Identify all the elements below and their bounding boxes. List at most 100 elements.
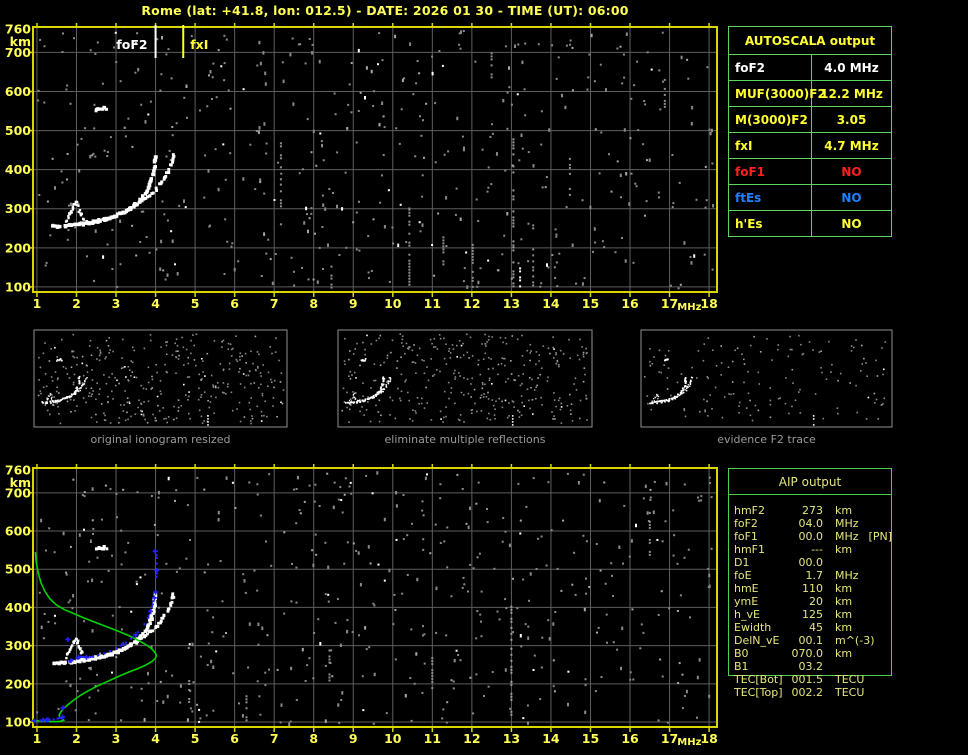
svg-text:15: 15 [582, 296, 599, 311]
svg-text:500: 500 [5, 562, 31, 577]
autoscala-row-value: 4.7 MHz [824, 138, 879, 153]
svg-text:13: 13 [503, 731, 520, 746]
svg-text:foF2: foF2 [116, 37, 147, 52]
thumbnail-caption-original: original ionogram resized [90, 433, 231, 446]
autoscala-row: foF1 NO [729, 159, 891, 185]
thumbnail-3 [640, 329, 893, 428]
svg-text:2: 2 [72, 296, 81, 311]
svg-text:400: 400 [5, 600, 31, 615]
aip-row-unit: TECU [835, 673, 865, 686]
aip-row-value: 20 [809, 595, 823, 608]
autoscala-row-label: MUF(3000)F2 [729, 81, 826, 106]
svg-text:9: 9 [349, 296, 358, 311]
aip-row: foE 1.7 MHz [734, 569, 890, 582]
svg-text:3: 3 [112, 296, 121, 311]
aip-row-value: --- [811, 543, 823, 556]
top-ionogram-plot: 1 2 3 4 5 6 7 8 9 10 11 12 13 14 15 16 17 18MHz7607006005… [5, 21, 718, 313]
aip-row: Ewidth 45 km [734, 621, 890, 634]
svg-text:16: 16 [621, 296, 639, 311]
svg-text:14: 14 [542, 731, 560, 746]
aip-row-label: TEC[Top] [734, 686, 783, 699]
svg-text:9: 9 [349, 731, 358, 746]
aip-row-value: 45 [809, 621, 823, 634]
svg-text:300: 300 [5, 638, 31, 653]
svg-text:12: 12 [463, 296, 480, 311]
aip-row: foF1 00.0 MHz [PN] [734, 530, 892, 543]
svg-text:100: 100 [5, 715, 31, 730]
svg-text:fxI: fxI [190, 37, 208, 52]
aip-row-note: [PN] [868, 530, 892, 543]
aip-row-unit: km [835, 582, 853, 595]
svg-text:km: km [10, 34, 31, 49]
aip-row-label: TEC[Bot] [734, 673, 783, 686]
aip-row-value: 00.1 [798, 634, 824, 647]
svg-text:300: 300 [5, 201, 31, 216]
aip-row-label: hmF2 [734, 504, 766, 517]
autoscala-row-label: foF1 [729, 159, 812, 184]
aip-row: foF2 04.0 MHz [734, 517, 890, 530]
svg-text:2: 2 [72, 731, 81, 746]
svg-text:18: 18 [700, 731, 717, 746]
svg-text:600: 600 [5, 84, 31, 99]
aip-row-unit: km [835, 595, 853, 608]
aip-row-value: 1.7 [805, 569, 824, 582]
aip-row-label: Ewidth [734, 621, 772, 634]
aip-row-unit: TECU [835, 686, 865, 699]
svg-text:4: 4 [151, 731, 160, 746]
svg-text:18: 18 [700, 296, 717, 311]
aip-row: hmE 110 km [734, 582, 890, 595]
svg-text:400: 400 [5, 162, 31, 177]
svg-text:5: 5 [191, 731, 200, 746]
svg-text:10: 10 [384, 731, 402, 746]
autoscala-row-label: h'Es [729, 211, 812, 236]
aip-row: TEC[Top] 002.2 TECU [734, 686, 890, 699]
aip-row-label: hmF1 [734, 543, 766, 556]
svg-text:200: 200 [5, 676, 31, 691]
aip-row-unit: km [835, 608, 853, 621]
aip-row: TEC[Bot] 001.5 TECU [734, 673, 890, 686]
aip-row: hmF1 --- km [734, 543, 890, 556]
aip-row-label: DelN_vE [734, 634, 780, 647]
aip-row-unit: km [835, 647, 853, 660]
autoscala-row-value: NO [841, 216, 862, 231]
autoscala-row: MUF(3000)F2 12.2 MHz [729, 81, 891, 107]
aip-row-unit: km [835, 621, 853, 634]
svg-text:5: 5 [191, 296, 200, 311]
autoscala-row-label: foF2 [729, 55, 812, 80]
svg-text:17: 17 [661, 296, 678, 311]
svg-text:7: 7 [270, 731, 279, 746]
aip-table-header: AIP output [729, 469, 891, 495]
aip-row-unit: MHz [835, 517, 859, 530]
svg-text:15: 15 [582, 731, 599, 746]
svg-text:1: 1 [33, 731, 42, 746]
aip-row-unit: m^(-3) [835, 634, 875, 647]
aip-row: ymE 20 km [734, 595, 890, 608]
aip-row-value: 002.2 [791, 686, 824, 699]
autoscala-row-value: 12.2 MHz [820, 86, 883, 101]
svg-text:500: 500 [5, 123, 31, 138]
aip-row: hmF2 273 km [734, 504, 890, 517]
svg-text:16: 16 [621, 731, 639, 746]
svg-text:17: 17 [661, 731, 678, 746]
autoscala-table-rows: foF2 4.0 MHz MUF(3000)F2 12.2 MHz M(3000)F2 3… [729, 55, 891, 236]
svg-text:1: 1 [33, 296, 42, 311]
aip-row-label: hmE [734, 582, 759, 595]
aip-table-rows: hmF2 273 km foF2 04.0 MHz foF1 00.0 MHz [PN] hmF1 -… [734, 504, 892, 699]
svg-text:km: km [10, 475, 31, 490]
aip-row-value: 03.2 [798, 660, 824, 673]
aip-row-label: B1 [734, 660, 749, 673]
svg-text:MHz: MHz [677, 737, 701, 748]
aip-row-label: D1 [734, 556, 750, 569]
autoscala-row-label: M(3000)F2 [729, 107, 812, 132]
autoscala-row: fxI 4.7 MHz [729, 133, 891, 159]
svg-text:100: 100 [5, 279, 31, 294]
aip-row: DelN_vE 00.1 m^(-3) [734, 634, 890, 647]
page-title: Rome (lat: +41.8, lon: 012.5) - DATE: 20… [141, 3, 629, 18]
svg-text:4: 4 [151, 296, 160, 311]
autoscala-row-value: 4.0 MHz [824, 60, 879, 75]
svg-text:11: 11 [424, 296, 441, 311]
aip-row-value: 110 [802, 582, 823, 595]
svg-text:MHz: MHz [677, 302, 701, 313]
bottom-ionogram-plot: 1 2 3 4 5 6 7 8 9 10 11 12 13 14 15 16 17 18MHz7607006005… [5, 462, 718, 748]
aip-row-value: 00.0 [798, 556, 824, 569]
